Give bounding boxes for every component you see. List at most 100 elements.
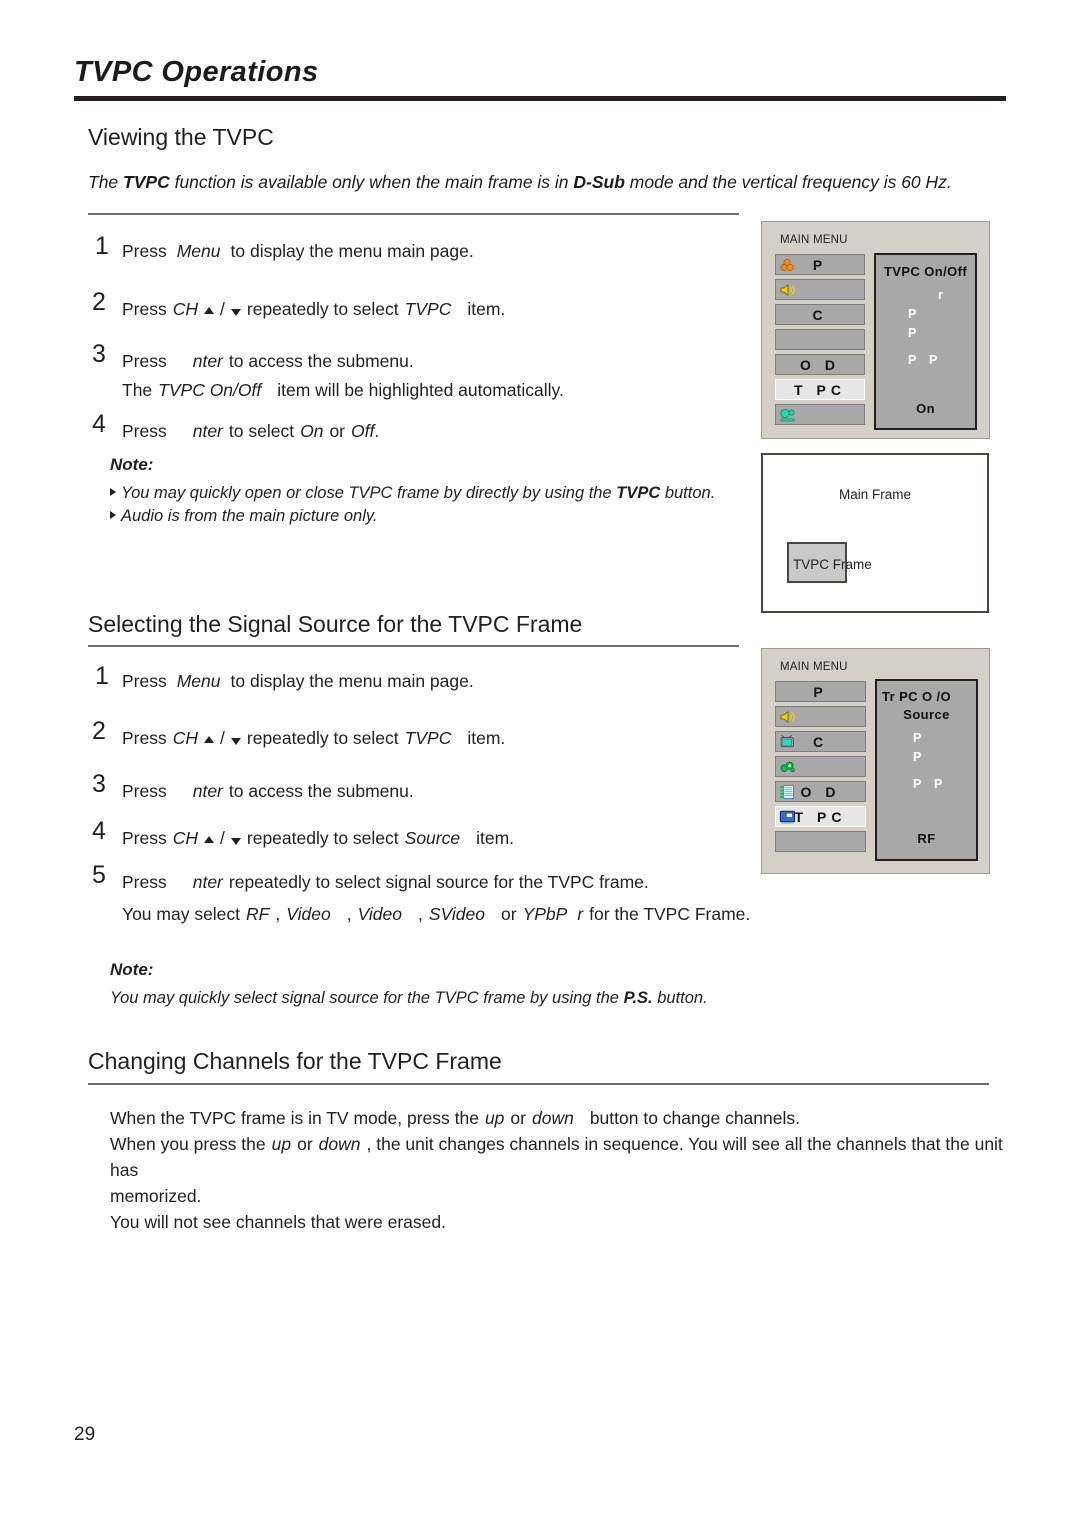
note-1a-bold: TVPC xyxy=(616,484,661,502)
osd-1-panel-item-2[interactable]: P xyxy=(908,326,916,340)
para-line-1: When the TVPC frame is in TV mode, press… xyxy=(110,1105,1010,1131)
osd-1-row-sound[interactable] xyxy=(775,279,865,300)
osd-1-row-channel-label: C xyxy=(812,306,828,323)
note-1a-plain-1: You may quickly open or close TVPC frame… xyxy=(121,484,617,502)
osd-1-row-blank[interactable] xyxy=(775,329,865,350)
step-number-2b: 2 xyxy=(92,717,106,745)
frame-diagram: Main Frame TVPC Frame xyxy=(761,453,989,613)
step-4a-conj: or xyxy=(329,421,345,441)
step-5b-opt-rf: RF xyxy=(246,904,270,924)
osd-2-panel-footer: RF xyxy=(917,831,936,846)
para-4-plain-1: You will not see channels that were eras… xyxy=(110,1212,446,1232)
osd-2-row-osd-label: O D xyxy=(800,783,841,800)
osd-1-row-setup[interactable] xyxy=(775,404,865,425)
osd-2-panel-item-1[interactable]: P xyxy=(913,750,921,764)
chevron-down-icon xyxy=(230,838,241,845)
osd-2-row-channel[interactable]: C xyxy=(775,731,866,752)
osd-2-panel-item-0[interactable]: P xyxy=(913,731,921,745)
step-5b-sep-3: , xyxy=(418,904,423,924)
speaker-icon xyxy=(779,709,799,724)
chevron-up-icon xyxy=(204,307,215,314)
step-5b-sub-post: for the TVPC Frame. xyxy=(589,904,751,924)
osd-2-row-picture[interactable]: P xyxy=(775,681,866,702)
step-2a-pre: Press xyxy=(122,299,167,319)
step-2a-post: item. xyxy=(467,299,506,319)
step-2b-pre: Press xyxy=(122,728,167,748)
step-5b-opt-ypbpr: YPbP xyxy=(522,904,568,924)
step-1a-post: to display the menu main page. xyxy=(230,241,474,261)
step-4a-mid: to select xyxy=(228,421,295,441)
step-4b-target: Source xyxy=(404,828,461,848)
tvpc-subframe: TVPC Frame xyxy=(787,542,872,583)
step-text-2b: Press CH / repeatedly to select TVPC item. xyxy=(122,728,506,748)
step-5b-key: nter xyxy=(192,872,223,892)
step-5b-sub-pre: You may select xyxy=(122,904,241,924)
step-text-5b: Press nter repeatedly to select signal sou… xyxy=(122,869,649,895)
osd-2-row-setup[interactable] xyxy=(775,756,866,777)
step-number-3a: 3 xyxy=(92,340,106,368)
step-3a-pre: Press xyxy=(122,351,167,371)
list-icon xyxy=(779,784,799,799)
step-3a-sub-post: item will be highlighted automatically. xyxy=(277,380,564,400)
step-4a-key: nter xyxy=(192,421,223,441)
speaker-icon xyxy=(779,282,799,297)
osd-1-panel-item-3[interactable]: P xyxy=(908,353,916,367)
osd-2-row-tvpc[interactable]: T PC xyxy=(775,806,866,827)
osd-1-row-picture[interactable]: P xyxy=(775,254,865,275)
step-2a-key: CH xyxy=(172,299,199,319)
osd-1-panel-footer: On xyxy=(916,401,935,416)
step-text-3b: Press nter to access the submenu. xyxy=(122,778,414,804)
osd-2-title: MAIN MENU xyxy=(780,661,848,673)
tv-icon xyxy=(779,734,799,749)
step-4a-post: . xyxy=(374,421,380,441)
osd-2-row-sound[interactable] xyxy=(775,706,866,727)
step-1a-pre: Press xyxy=(122,241,167,261)
step-text-1a: Press Menu to display the menu main page. xyxy=(122,238,474,264)
step-text-2a: Press CH / repeatedly to select TVPC item. xyxy=(122,299,506,319)
section-intro-text: The TVPC function is available only when… xyxy=(88,172,952,193)
step-2b-mid: repeatedly to select xyxy=(246,728,399,748)
osd-2-panel-item-3[interactable]: P xyxy=(934,777,942,791)
osd-2-row-blank[interactable] xyxy=(775,831,866,852)
osd-2-row-picture-label: P xyxy=(813,683,828,700)
osd-1-row-picture-label: P xyxy=(812,256,828,273)
step-2b-target: TVPC xyxy=(404,728,452,748)
setup-green-icon xyxy=(779,407,799,422)
step-5b-opt-video1: Video xyxy=(286,904,331,924)
picture-icon xyxy=(779,257,799,272)
para-2-it-up: up xyxy=(271,1134,292,1154)
para-line-2: When you press the up or down, the unit cha… xyxy=(110,1131,1010,1183)
osd-1-row-channel[interactable]: C xyxy=(775,304,865,325)
osd-1-title: MAIN MENU xyxy=(780,234,848,246)
osd-1-row-osd[interactable]: O D xyxy=(775,354,865,375)
step-5b-conj: or xyxy=(501,904,517,924)
step-5b-sep-2: , xyxy=(346,904,352,924)
step-3a-post: to access the submenu. xyxy=(228,351,414,371)
intro-bold-dsub: D-Sub xyxy=(573,172,625,192)
osd-1-panel-item-4[interactable]: P xyxy=(929,353,937,367)
step-text-3a: Press nter to access the submenu. xyxy=(122,348,414,374)
osd-2-row-osd[interactable]: O D xyxy=(775,781,866,802)
setup-green-icon xyxy=(779,759,799,774)
step-1b-post: to display the menu main page. xyxy=(230,671,474,691)
osd-1-row-tvpc[interactable]: T PC xyxy=(775,379,865,400)
osd-2-panel-subheader: Source xyxy=(903,707,950,722)
step-4b-key: CH xyxy=(172,828,199,848)
osd-1-panel-item-1[interactable]: P xyxy=(908,307,916,321)
step-5b-opt-svideo: SVideo xyxy=(428,904,486,924)
step-1b-key: Menu xyxy=(176,671,221,691)
osd-main-menu-2: MAIN MENU P C O D T PC Tr PC O /O Source… xyxy=(761,648,990,874)
step-text-4b: Press CH / repeatedly to select Source item. xyxy=(122,828,515,848)
osd-2-panel-item-2[interactable]: P xyxy=(913,777,921,791)
chevron-down-icon xyxy=(230,309,241,316)
osd-1-panel-item-0[interactable]: r xyxy=(938,288,943,302)
section-rule-changing-channels xyxy=(88,1083,989,1085)
para-line-3: memorized. xyxy=(110,1183,1010,1209)
osd-1-row-osd-label: O D xyxy=(800,356,840,373)
step-text-5b-sub: You may select RF, Video, Video, SVideo or YPb… xyxy=(122,901,750,927)
chevron-up-icon xyxy=(204,736,215,743)
note-label-1: Note: xyxy=(110,455,154,474)
step-number-3b: 3 xyxy=(92,770,106,798)
tvpc-frame-label: TVPC Frame xyxy=(793,557,872,572)
step-text-3a-sub: The TVPC On/Off item will be highlighted a… xyxy=(122,377,564,403)
